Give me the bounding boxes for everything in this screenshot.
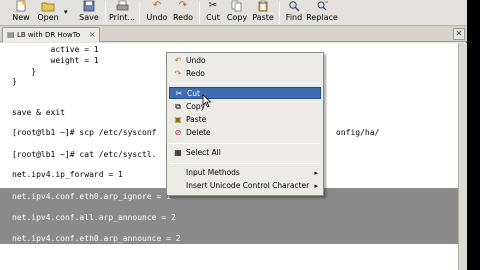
text-line-selected: net.ipv4.conf.all.arp_announce = 2: [12, 213, 176, 222]
scissors-icon: ✂: [175, 89, 183, 98]
context-menu: ↶ Undo ↷ Redo ✂ Cut ⧉ Copy ▣ Paste ⊘ Del…: [166, 52, 324, 196]
close-document-icon[interactable]: ✕: [453, 28, 465, 40]
find-replace-icon: [315, 0, 329, 12]
text-line-selected: net.ipv4.conf.eth0.arp_ignore = 1: [12, 192, 171, 201]
screen: New Open ▾ Save Print... ↶ Undo ↷ Redo ✂…: [0, 0, 480, 270]
save-button[interactable]: Save: [76, 0, 102, 26]
text-line: }: [12, 77, 17, 86]
text-line: weight = 1: [12, 56, 99, 65]
toolbar-separator: [199, 2, 200, 24]
submenu-arrow-icon: ▸: [314, 182, 318, 190]
menu-item-insert-unicode[interactable]: Insert Unicode Control Character ▸: [169, 180, 321, 192]
printer-icon: [115, 0, 129, 12]
paste-button[interactable]: Paste: [250, 0, 276, 26]
text-line: onfig/ha/: [336, 128, 380, 137]
toolbar: New Open ▾ Save Print... ↶ Undo ↷ Redo ✂…: [0, 0, 467, 26]
menu-separator: [170, 143, 320, 144]
scissors-icon: ✂: [208, 0, 218, 11]
menu-separator: [170, 163, 320, 164]
menu-item-delete[interactable]: ⊘ Delete: [169, 127, 321, 139]
toolbar-separator: [139, 2, 140, 24]
find-button[interactable]: Find: [283, 0, 305, 26]
delete-icon: ⊘: [174, 128, 182, 137]
copy-icon: [230, 0, 244, 12]
toolbar-separator: [105, 2, 106, 24]
replace-button[interactable]: Replace: [305, 0, 339, 26]
redo-button[interactable]: ↷ Redo: [170, 0, 196, 26]
folder-icon: [41, 0, 55, 12]
copy-button[interactable]: Copy: [224, 0, 250, 26]
clipboard-icon: [256, 0, 270, 12]
save-icon: [82, 0, 96, 12]
tab-close-icon[interactable]: ×: [89, 30, 96, 40]
submenu-arrow-icon: ▸: [314, 169, 318, 177]
menu-item-copy[interactable]: ⧉ Copy: [169, 101, 321, 113]
text-line: [root@lb1 ~]# scp /etc/sysconf: [12, 128, 157, 137]
redo-arrow-icon: ↷: [174, 69, 182, 78]
document-tab-bar: ▤ LB with DR HowTo × ✕: [0, 26, 467, 42]
undo-button[interactable]: ↶ Undo: [144, 0, 170, 26]
document-icon: ▤: [7, 30, 15, 39]
menu-item-input-methods[interactable]: Input Methods ▸: [169, 167, 321, 179]
select-all-icon: ▦: [174, 148, 182, 157]
mouse-pointer-icon: [202, 94, 212, 108]
undo-arrow-icon: ↶: [152, 0, 162, 11]
text-line-selected: net.ipv4.conf.eth0.arp_announce = 2: [12, 234, 181, 243]
toolbar-separator: [279, 2, 280, 24]
new-file-icon: [14, 0, 28, 12]
text-line: net.ipv4.ip_forward = 1: [12, 170, 123, 179]
menu-item-redo[interactable]: ↷ Redo: [169, 68, 321, 80]
new-button[interactable]: New: [8, 0, 34, 26]
desktop-edge: [468, 0, 480, 270]
clipboard-icon: ▣: [174, 115, 182, 124]
menu-item-paste[interactable]: ▣ Paste: [169, 114, 321, 126]
copy-icon: ⧉: [175, 102, 181, 111]
menu-item-select-all[interactable]: ▦ Select All: [169, 147, 321, 159]
document-tab[interactable]: ▤ LB with DR HowTo ×: [2, 27, 100, 42]
undo-arrow-icon: ↶: [174, 56, 182, 65]
text-line: save & exit: [12, 108, 65, 117]
magnifier-icon: [287, 0, 301, 12]
menu-item-cut[interactable]: ✂ Cut: [169, 87, 321, 99]
redo-arrow-icon: ↷: [178, 0, 188, 11]
open-button[interactable]: Open: [34, 0, 62, 26]
text-line: [root@lb1 ~]# cat /etc/sysctl.: [12, 150, 157, 159]
vertical-scrollbar[interactable]: [458, 43, 467, 270]
print-button[interactable]: Print...: [109, 0, 135, 26]
menu-item-undo[interactable]: ↶ Undo: [169, 55, 321, 67]
cut-button[interactable]: ✂ Cut: [202, 0, 224, 26]
menu-separator: [170, 83, 320, 84]
open-dropdown-arrow-icon[interactable]: ▾: [64, 8, 68, 16]
gedit-window: New Open ▾ Save Print... ↶ Undo ↷ Redo ✂…: [0, 0, 467, 270]
text-line: active = 1: [12, 45, 99, 54]
